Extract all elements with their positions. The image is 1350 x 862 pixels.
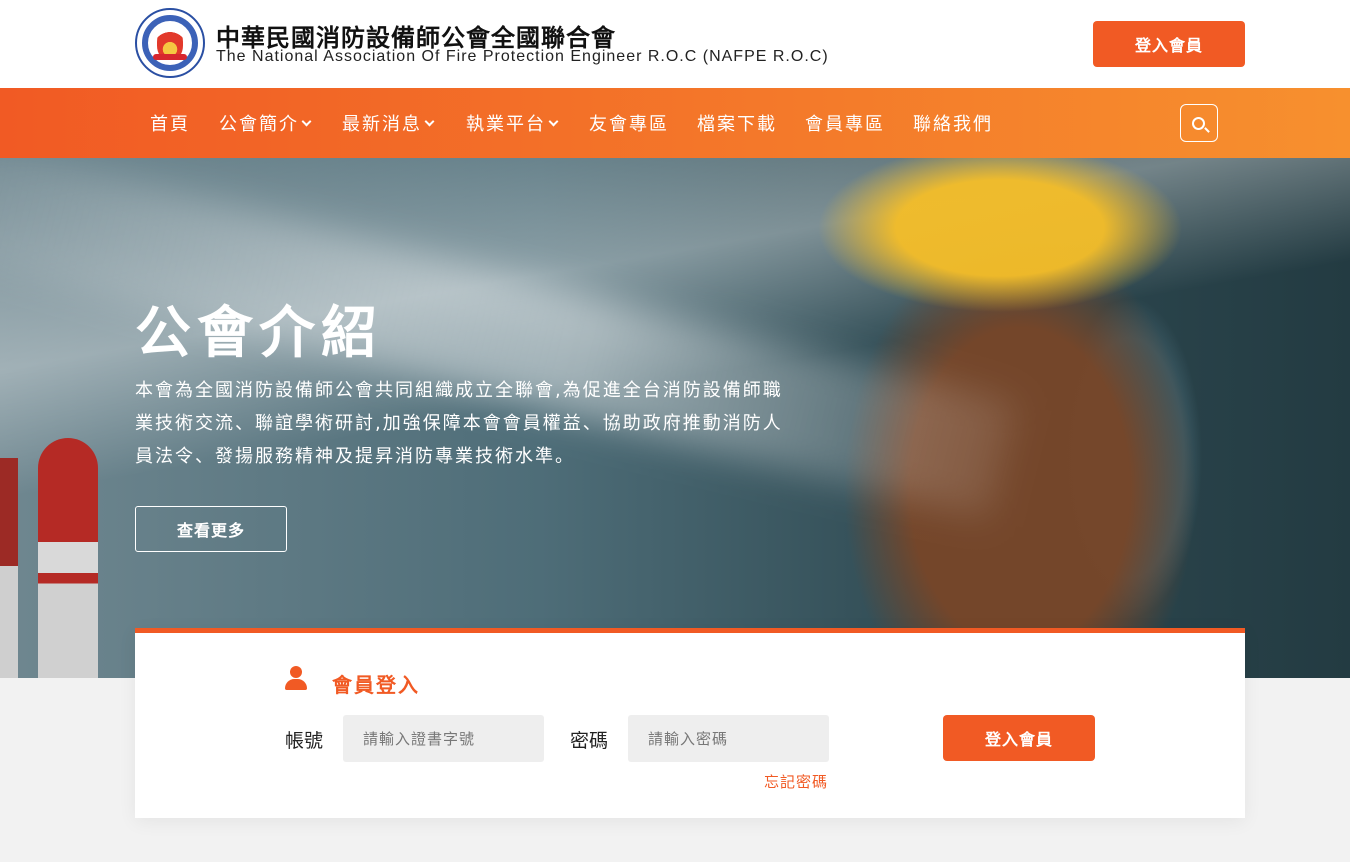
hydrant-graphic — [0, 458, 18, 678]
nav-item-members[interactable]: 會員專區 — [805, 110, 885, 136]
chevron-down-icon — [301, 116, 312, 126]
chevron-down-icon — [548, 116, 559, 126]
user-icon — [285, 666, 307, 692]
hero-banner: 公會介紹 本會為全國消防設備師公會共同組織成立全聯會,為促進全台消防設備師職業技… — [0, 158, 1350, 678]
member-login-panel: 會員登入 帳號 密碼 忘記密碼 登入會員 — [135, 628, 1245, 818]
search-button[interactable] — [1180, 104, 1218, 142]
account-label: 帳號 — [285, 730, 324, 752]
user-icon-head — [290, 666, 302, 678]
nav-item-label: 最新消息 — [342, 114, 422, 135]
nav-item-about[interactable]: 公會簡介 — [219, 110, 312, 136]
login-panel-title: 會員登入 — [332, 673, 420, 697]
hero-title: 公會介紹 — [135, 301, 383, 366]
nav-item-label: 首頁 — [150, 114, 190, 135]
nav-item-label: 聯絡我們 — [913, 114, 993, 135]
user-icon-body — [285, 679, 307, 690]
forgot-password-link[interactable]: 忘記密碼 — [764, 771, 828, 792]
nav-item-label: 檔案下載 — [697, 114, 777, 135]
nav-item-news[interactable]: 最新消息 — [342, 110, 435, 136]
password-label: 密碼 — [570, 730, 609, 752]
login-submit-button[interactable]: 登入會員 — [943, 715, 1095, 761]
association-logo[interactable] — [135, 8, 205, 78]
site-header: 中華民國消防設備師公會全國聯合會 The National Associatio… — [0, 0, 1350, 88]
main-nav: 首頁 公會簡介 最新消息 執業平台 友會專區 檔案下載 會員專區 聯絡我們 — [0, 88, 1350, 158]
nav-item-home[interactable]: 首頁 — [150, 110, 190, 136]
nav-item-label: 公會簡介 — [219, 114, 299, 135]
nav-item-label: 友會專區 — [589, 114, 669, 135]
site-subtitle: The National Association Of Fire Protect… — [216, 48, 829, 65]
nav-item-contact[interactable]: 聯絡我們 — [913, 110, 993, 136]
nav-item-label: 會員專區 — [805, 114, 885, 135]
nav-item-practice-platform[interactable]: 執業平台 — [466, 110, 559, 136]
nav-item-downloads[interactable]: 檔案下載 — [697, 110, 777, 136]
hero-description: 本會為全國消防設備師公會共同組織成立全聯會,為促進全台消防設備師職業技術交流、聯… — [135, 380, 783, 467]
header-login-button[interactable]: 登入會員 — [1093, 21, 1245, 67]
view-more-button[interactable]: 查看更多 — [135, 506, 287, 552]
nav-item-partner-associations[interactable]: 友會專區 — [589, 110, 669, 136]
nav-item-label: 執業平台 — [466, 114, 546, 135]
password-input[interactable] — [628, 715, 829, 762]
chevron-down-icon — [424, 116, 435, 126]
logo-base — [153, 54, 187, 60]
account-input[interactable] — [343, 715, 544, 762]
search-icon-handle — [1204, 127, 1210, 133]
bollard-graphic — [38, 438, 98, 678]
